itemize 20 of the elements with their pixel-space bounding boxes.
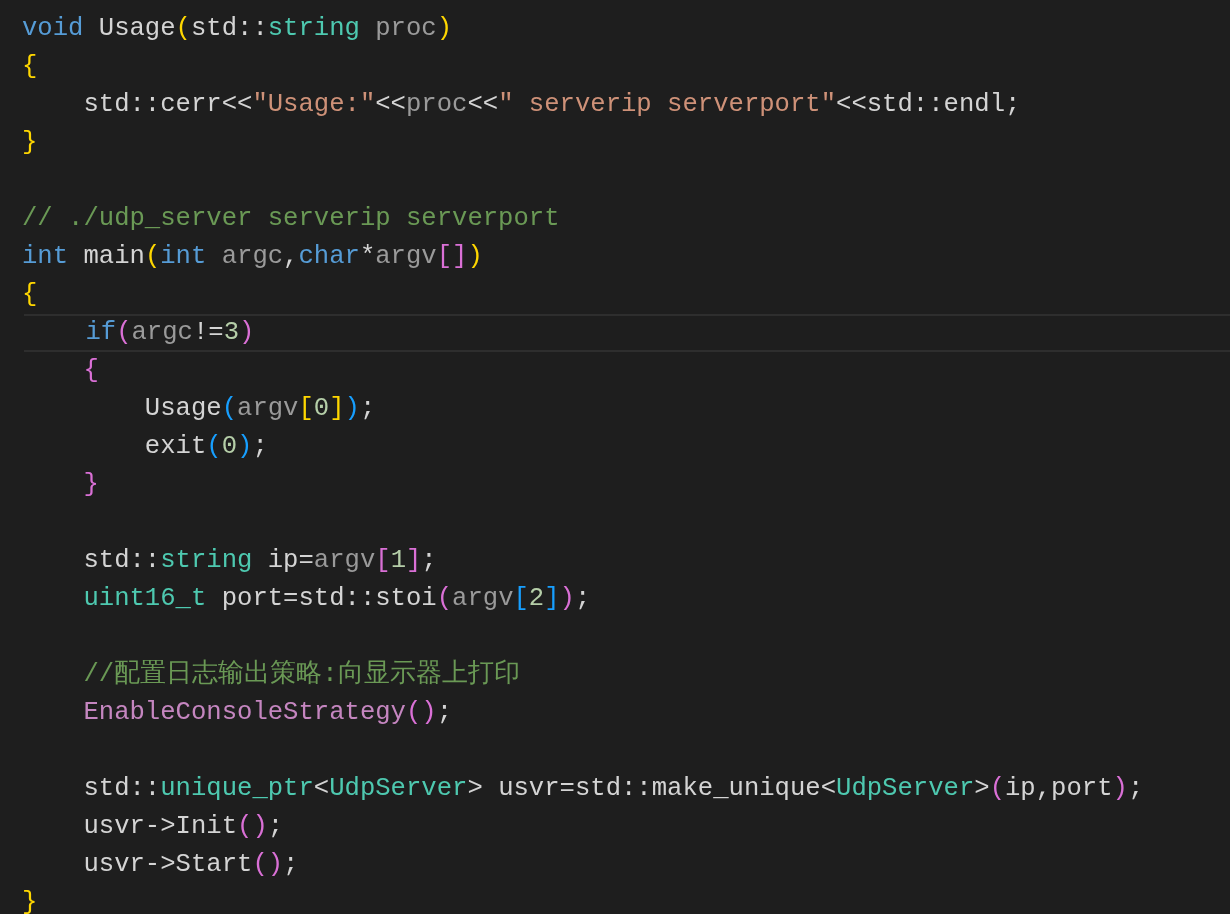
code-line: std::unique_ptr<UdpServer> usvr=std::make_unique<UdpServer>(ip,port); [82, 774, 1144, 803]
code-line: // ./udp_server serverip serverport [22, 204, 560, 233]
code-line: { [22, 280, 38, 309]
code-line: } [22, 888, 38, 914]
code-line: usvr->Init(); [82, 812, 284, 841]
code-line: void Usage(std::string proc) [22, 14, 453, 43]
code-line: uint16_t port=std::stoi(argv[2]); [82, 584, 591, 613]
code-line: EnableConsoleStrategy(); [82, 698, 453, 727]
code-line: Usage(argv[0]); [143, 394, 376, 423]
code-line: exit(0); [143, 432, 268, 461]
code-line: } [22, 128, 38, 157]
code-line: std::cerr<<"Usage:"<<proc<<" serverip serverport"<<std::endl; [82, 90, 1021, 119]
code-line: std::string ip=argv[1]; [82, 546, 437, 575]
code-line: //配置日志输出策略:向显示器上打印 [82, 660, 520, 689]
code-line: usvr->Start(); [82, 850, 299, 879]
code-line: { [22, 52, 38, 81]
code-line: int main(int argc,char*argv[]) [22, 242, 483, 271]
code-line: } [82, 470, 99, 499]
code-line: { [82, 356, 99, 385]
code-line: if(argc!=3) [84, 318, 255, 347]
